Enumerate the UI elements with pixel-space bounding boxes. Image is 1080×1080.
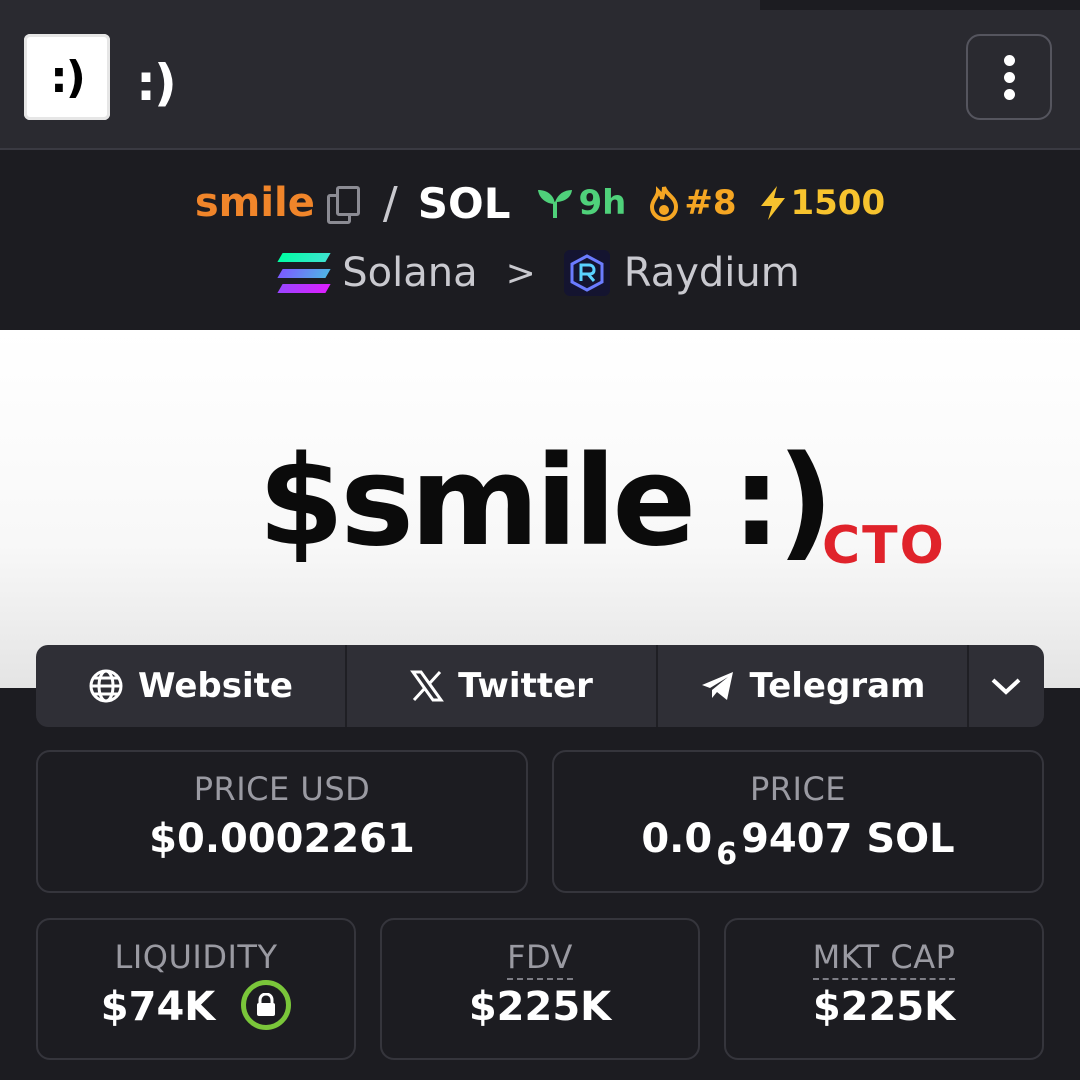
liquidity-value-row: $74K — [38, 980, 354, 1034]
price-usd-label: PRICE USD — [193, 770, 371, 808]
fdv-card[interactable]: FDV $225K — [380, 918, 700, 1060]
globe-icon — [89, 669, 123, 703]
token-banner-image: $smile :) — [0, 330, 1080, 688]
market-cap-card[interactable]: MKT CAP $225K — [724, 918, 1044, 1060]
price-native-label: PRICE — [749, 770, 847, 808]
dex-name[interactable]: Raydium — [624, 250, 800, 296]
price-usd-card: PRICE USD $0.0002261 — [36, 750, 528, 893]
pair-age: 9h — [578, 183, 627, 223]
more-links-button[interactable] — [969, 645, 1043, 727]
menu-dot — [1003, 88, 1015, 100]
fdv-value: $225K — [468, 984, 612, 1030]
lock-icon[interactable] — [241, 980, 292, 1030]
liquidity-card: LIQUIDITY $74K — [36, 918, 356, 1060]
banner-cto-tag: CTO — [822, 516, 946, 576]
trending-rank-badge[interactable]: #8 — [648, 183, 736, 223]
price-native-zero-count: 6 — [716, 837, 738, 872]
chevron-down-icon — [991, 678, 1021, 695]
telegram-link-button[interactable]: Telegram — [658, 645, 969, 727]
x-logo-icon — [410, 670, 444, 702]
solana-icon — [277, 253, 331, 293]
liquidity-value: $74K — [100, 984, 216, 1030]
more-menu-button[interactable] — [966, 34, 1052, 120]
sprout-icon — [538, 190, 573, 218]
fdv-label: FDV — [382, 938, 698, 980]
twitter-label: Twitter — [458, 666, 593, 706]
flame-icon — [650, 186, 679, 221]
boost-count: 1500 — [790, 183, 886, 223]
liquidity-label: LIQUIDITY — [114, 938, 278, 976]
pair-age-badge: 9h — [536, 183, 626, 223]
chevron-right-icon: > — [505, 252, 536, 294]
trending-rank: #8 — [684, 183, 737, 223]
chain-dex-row: Solana > Raydium — [0, 246, 1080, 300]
price-native-prefix: 0.0 — [641, 816, 713, 862]
chain-name[interactable]: Solana — [342, 250, 477, 296]
base-token-symbol: smile — [194, 180, 315, 226]
token-logo-text: :) — [50, 51, 86, 103]
price-native-card: PRICE 0.0 6 9407 SOL — [552, 750, 1044, 893]
price-usd-value: $0.0002261 — [149, 816, 415, 862]
menu-dot — [1003, 54, 1015, 66]
top-progress-strip — [0, 0, 1080, 10]
twitter-link-button[interactable]: Twitter — [347, 645, 658, 727]
website-link-button[interactable]: Website — [36, 645, 347, 727]
boost-badge[interactable]: 1500 — [758, 183, 885, 223]
website-label: Website — [138, 666, 293, 706]
market-cap-label: MKT CAP — [726, 938, 1042, 980]
price-native-value: 0.0 6 9407 SOL — [554, 816, 1042, 872]
token-logo[interactable]: :) — [24, 34, 110, 120]
pair-separator: / — [382, 177, 398, 229]
progress-segment — [0, 0, 760, 10]
token-name: :) — [136, 54, 177, 112]
price-native-suffix: 9407 SOL — [741, 816, 955, 862]
raydium-icon — [563, 250, 610, 296]
copy-icon[interactable] — [326, 186, 360, 224]
quote-token-symbol: SOL — [417, 178, 511, 228]
social-links-bar: Website Twitter Telegram — [36, 645, 1044, 727]
app-bar: :) :) — [0, 10, 1080, 150]
telegram-label: Telegram — [749, 666, 926, 706]
menu-dot — [1003, 71, 1015, 83]
telegram-icon — [701, 672, 733, 700]
lightning-icon — [761, 186, 786, 220]
market-cap-value: $225K — [812, 984, 956, 1030]
pair-title-row: smile / SOL 9h #8 1500 — [0, 177, 1080, 229]
pair-header: smile / SOL 9h #8 1500 Solana > Raydium — [0, 150, 1080, 328]
banner-title: $smile :) — [258, 430, 834, 574]
